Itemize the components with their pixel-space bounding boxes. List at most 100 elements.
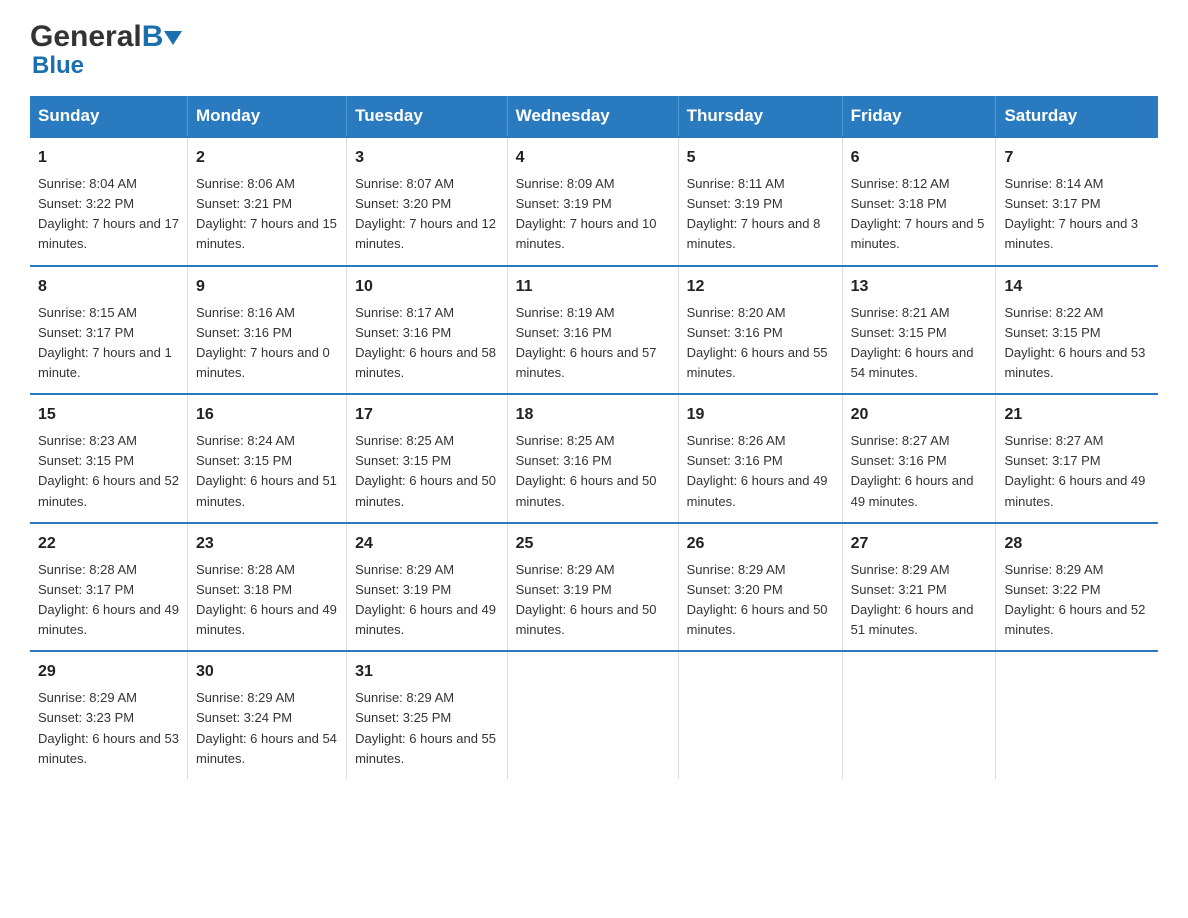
- day-info: Sunrise: 8:25 AMSunset: 3:16 PMDaylight:…: [516, 433, 657, 508]
- weekday-header-saturday: Saturday: [996, 96, 1158, 137]
- day-info: Sunrise: 8:07 AMSunset: 3:20 PMDaylight:…: [355, 176, 496, 251]
- day-info: Sunrise: 8:29 AMSunset: 3:20 PMDaylight:…: [687, 562, 828, 637]
- day-number: 4: [516, 146, 670, 170]
- day-number: 26: [687, 532, 834, 556]
- weekday-header-wednesday: Wednesday: [507, 96, 678, 137]
- day-info: Sunrise: 8:12 AMSunset: 3:18 PMDaylight:…: [851, 176, 985, 251]
- day-number: 28: [1004, 532, 1150, 556]
- day-number: 17: [355, 403, 498, 427]
- day-info: Sunrise: 8:06 AMSunset: 3:21 PMDaylight:…: [196, 176, 337, 251]
- day-info: Sunrise: 8:24 AMSunset: 3:15 PMDaylight:…: [196, 433, 337, 508]
- day-number: 31: [355, 660, 498, 684]
- calendar-cell: 21 Sunrise: 8:27 AMSunset: 3:17 PMDayligh…: [996, 394, 1158, 523]
- weekday-header-tuesday: Tuesday: [347, 96, 507, 137]
- day-info: Sunrise: 8:25 AMSunset: 3:15 PMDaylight:…: [355, 433, 496, 508]
- logo-triangle-icon: [164, 31, 182, 45]
- logo: General B Blue: [30, 20, 182, 80]
- day-number: 5: [687, 146, 834, 170]
- day-info: Sunrise: 8:19 AMSunset: 3:16 PMDaylight:…: [516, 305, 657, 380]
- day-info: Sunrise: 8:09 AMSunset: 3:19 PMDaylight:…: [516, 176, 657, 251]
- calendar-cell: 22Sunrise: 8:28 AMSunset: 3:17 PMDayligh…: [30, 523, 187, 652]
- day-number: 22: [38, 532, 179, 556]
- day-info: Sunrise: 8:29 AMSunset: 3:23 PMDaylight:…: [38, 690, 179, 765]
- calendar-cell: 18Sunrise: 8:25 AMSunset: 3:16 PMDayligh…: [507, 394, 678, 523]
- calendar-cell: 6 Sunrise: 8:12 AMSunset: 3:18 PMDaylight…: [842, 137, 996, 266]
- day-number: 3: [355, 146, 498, 170]
- weekday-header-sunday: Sunday: [30, 96, 187, 137]
- day-number: 7: [1004, 146, 1150, 170]
- week-row-2: 8Sunrise: 8:15 AMSunset: 3:17 PMDaylight…: [30, 266, 1158, 395]
- calendar-cell: 9 Sunrise: 8:16 AMSunset: 3:16 PMDaylight…: [187, 266, 346, 395]
- day-info: Sunrise: 8:17 AMSunset: 3:16 PMDaylight:…: [355, 305, 496, 380]
- week-row-1: 1 Sunrise: 8:04 AMSunset: 3:22 PMDaylight…: [30, 137, 1158, 266]
- calendar-cell: 11 Sunrise: 8:19 AMSunset: 3:16 PMDayligh…: [507, 266, 678, 395]
- logo-blue-arrow: B: [142, 20, 183, 54]
- calendar-cell: 24 Sunrise: 8:29 AMSunset: 3:19 PMDayligh…: [347, 523, 507, 652]
- logo-general: General: [30, 20, 142, 54]
- calendar-cell: [996, 651, 1158, 779]
- calendar-cell: 19 Sunrise: 8:26 AMSunset: 3:16 PMDayligh…: [678, 394, 842, 523]
- day-info: Sunrise: 8:20 AMSunset: 3:16 PMDaylight:…: [687, 305, 828, 380]
- weekday-header-monday: Monday: [187, 96, 346, 137]
- calendar-cell: [678, 651, 842, 779]
- day-number: 6: [851, 146, 988, 170]
- day-number: 1: [38, 146, 179, 170]
- day-info: Sunrise: 8:16 AMSunset: 3:16 PMDaylight:…: [196, 305, 330, 380]
- day-info: Sunrise: 8:27 AMSunset: 3:17 PMDaylight:…: [1004, 433, 1145, 508]
- day-info: Sunrise: 8:28 AMSunset: 3:18 PMDaylight:…: [196, 562, 337, 637]
- calendar-cell: 7 Sunrise: 8:14 AMSunset: 3:17 PMDaylight…: [996, 137, 1158, 266]
- day-number: 21: [1004, 403, 1150, 427]
- day-number: 12: [687, 275, 834, 299]
- day-number: 30: [196, 660, 338, 684]
- calendar-cell: 16 Sunrise: 8:24 AMSunset: 3:15 PMDayligh…: [187, 394, 346, 523]
- calendar-cell: 27Sunrise: 8:29 AMSunset: 3:21 PMDayligh…: [842, 523, 996, 652]
- day-info: Sunrise: 8:11 AMSunset: 3:19 PMDaylight:…: [687, 176, 821, 251]
- day-number: 9: [196, 275, 338, 299]
- week-row-5: 29 Sunrise: 8:29 AMSunset: 3:23 PMDayligh…: [30, 651, 1158, 779]
- day-info: Sunrise: 8:04 AMSunset: 3:22 PMDaylight:…: [38, 176, 179, 251]
- day-number: 19: [687, 403, 834, 427]
- calendar-cell: 23Sunrise: 8:28 AMSunset: 3:18 PMDayligh…: [187, 523, 346, 652]
- calendar-cell: 26 Sunrise: 8:29 AMSunset: 3:20 PMDayligh…: [678, 523, 842, 652]
- day-info: Sunrise: 8:14 AMSunset: 3:17 PMDaylight:…: [1004, 176, 1138, 251]
- calendar-cell: 12 Sunrise: 8:20 AMSunset: 3:16 PMDayligh…: [678, 266, 842, 395]
- calendar-cell: 3 Sunrise: 8:07 AMSunset: 3:20 PMDaylight…: [347, 137, 507, 266]
- day-number: 15: [38, 403, 179, 427]
- day-info: Sunrise: 8:23 AMSunset: 3:15 PMDaylight:…: [38, 433, 179, 508]
- day-number: 24: [355, 532, 498, 556]
- calendar-cell: 20Sunrise: 8:27 AMSunset: 3:16 PMDayligh…: [842, 394, 996, 523]
- calendar-cell: 28 Sunrise: 8:29 AMSunset: 3:22 PMDayligh…: [996, 523, 1158, 652]
- calendar-cell: 2 Sunrise: 8:06 AMSunset: 3:21 PMDaylight…: [187, 137, 346, 266]
- day-info: Sunrise: 8:21 AMSunset: 3:15 PMDaylight:…: [851, 305, 974, 380]
- calendar-cell: [507, 651, 678, 779]
- calendar-cell: 13 Sunrise: 8:21 AMSunset: 3:15 PMDayligh…: [842, 266, 996, 395]
- calendar-cell: 10 Sunrise: 8:17 AMSunset: 3:16 PMDayligh…: [347, 266, 507, 395]
- day-number: 2: [196, 146, 338, 170]
- calendar-cell: 15 Sunrise: 8:23 AMSunset: 3:15 PMDayligh…: [30, 394, 187, 523]
- week-row-3: 15 Sunrise: 8:23 AMSunset: 3:15 PMDayligh…: [30, 394, 1158, 523]
- day-number: 10: [355, 275, 498, 299]
- weekday-header-thursday: Thursday: [678, 96, 842, 137]
- day-number: 16: [196, 403, 338, 427]
- day-info: Sunrise: 8:29 AMSunset: 3:25 PMDaylight:…: [355, 690, 496, 765]
- day-info: Sunrise: 8:29 AMSunset: 3:19 PMDaylight:…: [355, 562, 496, 637]
- calendar-cell: 14Sunrise: 8:22 AMSunset: 3:15 PMDayligh…: [996, 266, 1158, 395]
- day-info: Sunrise: 8:15 AMSunset: 3:17 PMDaylight:…: [38, 305, 172, 380]
- day-number: 13: [851, 275, 988, 299]
- calendar-cell: 4 Sunrise: 8:09 AMSunset: 3:19 PMDaylight…: [507, 137, 678, 266]
- calendar-cell: 25Sunrise: 8:29 AMSunset: 3:19 PMDayligh…: [507, 523, 678, 652]
- calendar-cell: 8Sunrise: 8:15 AMSunset: 3:17 PMDaylight…: [30, 266, 187, 395]
- day-number: 14: [1004, 275, 1150, 299]
- weekday-header-friday: Friday: [842, 96, 996, 137]
- calendar-cell: [842, 651, 996, 779]
- calendar-cell: 5 Sunrise: 8:11 AMSunset: 3:19 PMDaylight…: [678, 137, 842, 266]
- weekday-header-row: SundayMondayTuesdayWednesdayThursdayFrid…: [30, 96, 1158, 137]
- calendar-cell: 31 Sunrise: 8:29 AMSunset: 3:25 PMDayligh…: [347, 651, 507, 779]
- day-number: 11: [516, 275, 670, 299]
- day-info: Sunrise: 8:29 AMSunset: 3:22 PMDaylight:…: [1004, 562, 1145, 637]
- day-info: Sunrise: 8:26 AMSunset: 3:16 PMDaylight:…: [687, 433, 828, 508]
- calendar-cell: 17 Sunrise: 8:25 AMSunset: 3:15 PMDayligh…: [347, 394, 507, 523]
- day-number: 29: [38, 660, 179, 684]
- page-header: General B Blue: [30, 20, 1158, 80]
- day-info: Sunrise: 8:29 AMSunset: 3:19 PMDaylight:…: [516, 562, 657, 637]
